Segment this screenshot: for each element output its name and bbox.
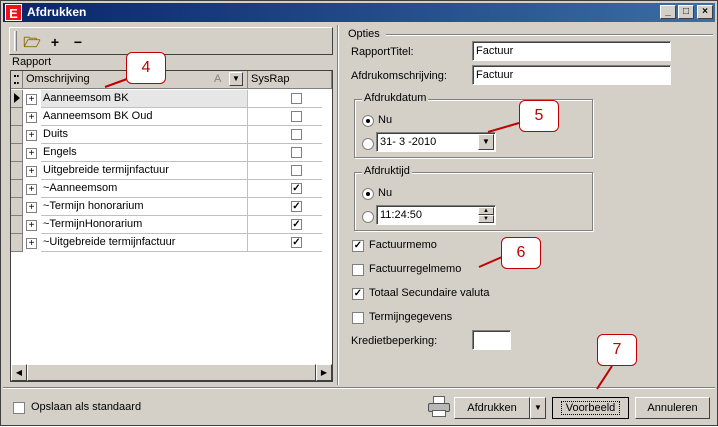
callout-4: 4: [126, 52, 166, 84]
print-dialog: E Afdrukken _ □ × 🗁 + − Rapport Omschrij…: [0, 0, 718, 426]
callout-6: 6: [501, 237, 541, 269]
callout-7: 7: [597, 334, 637, 366]
callout-5: 5: [519, 100, 559, 132]
